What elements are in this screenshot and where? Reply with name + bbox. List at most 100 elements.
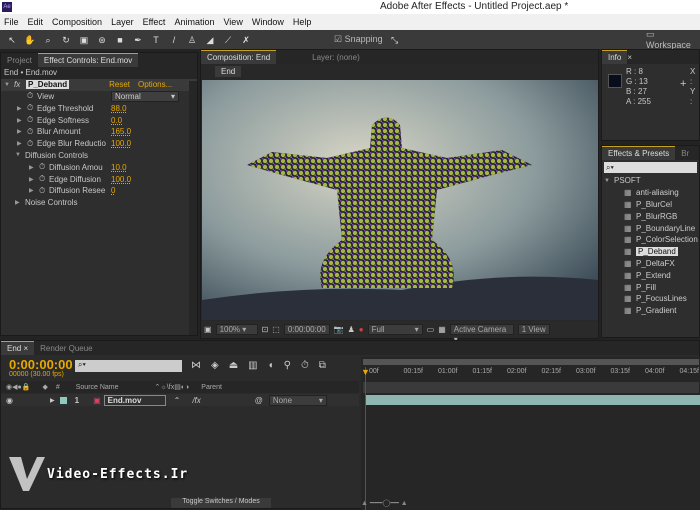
rotate-tool-icon[interactable]: ↻ — [60, 34, 72, 46]
playhead-line[interactable] — [365, 367, 366, 510]
puppet-pin-tool-icon[interactable]: ✗ — [240, 34, 252, 46]
layer-duration-bar[interactable] — [366, 395, 700, 405]
menu-composition[interactable]: Composition — [52, 17, 102, 27]
tab-composition[interactable]: Composition: End — [201, 50, 277, 64]
stopwatch-icon[interactable]: ⏱ — [27, 127, 37, 137]
expand-triangle-icon[interactable]: ▶ — [15, 199, 25, 206]
channels-icon[interactable]: ● — [359, 325, 364, 334]
roto-brush-tool-icon[interactable]: ⟋ — [222, 34, 234, 46]
expand-triangle-icon[interactable]: ▶ — [17, 140, 27, 147]
effect-preset-item[interactable]: ▦ P_Extend — [602, 269, 699, 281]
group-diffusion-controls[interactable]: ▼ Diffusion Controls — [1, 150, 197, 162]
effect-preset-item[interactable]: ▦ P_Fill — [602, 281, 699, 293]
eraser-tool-icon[interactable]: ◢ — [204, 34, 216, 46]
zoom-slider[interactable]: ▲ ━━━◯━━ ▲ — [361, 499, 441, 507]
view-dropdown[interactable]: Normal ▾ — [111, 90, 179, 102]
motion-blur-icon[interactable]: ◖ — [268, 360, 274, 371]
expand-triangle-icon[interactable]: ▶ — [17, 128, 27, 135]
toggle-switches-modes-button[interactable]: Toggle Switches / Modes — [171, 498, 271, 508]
menu-view[interactable]: View — [223, 17, 242, 27]
zoom-dropdown[interactable]: 100% ▾ — [215, 324, 258, 335]
param-value[interactable]: 100.0 — [111, 175, 131, 184]
collapse-triangle-icon[interactable]: ▼ — [15, 152, 25, 158]
hide-shy-layers-icon[interactable]: ⏏ — [229, 360, 238, 371]
camera-tool-icon[interactable]: ▣ — [78, 34, 90, 46]
hand-tool-icon[interactable]: ✋ — [24, 34, 36, 46]
collapse-triangle-icon[interactable]: ▼ — [604, 178, 614, 184]
category-psoft[interactable]: ▼ PSOFT — [602, 175, 699, 187]
shy-switch-icon[interactable]: ⌃ — [174, 396, 181, 405]
group-noise-controls[interactable]: ▶ Noise Controls — [1, 197, 197, 209]
param-value[interactable]: 10.0 — [111, 163, 127, 172]
video-eye-icon[interactable]: ◉ — [6, 396, 13, 405]
stopwatch-icon[interactable]: ⏱ — [39, 174, 49, 184]
resolution-dropdown[interactable]: Full ▾ — [367, 324, 423, 335]
col-parent[interactable]: Parent — [201, 384, 222, 391]
frame-blending-icon[interactable]: ▥ — [248, 360, 257, 371]
stopwatch-icon[interactable]: ⏱ — [39, 186, 49, 196]
tab-project[interactable]: Project — [1, 56, 38, 65]
transparency-grid-icon[interactable]: ⬚ — [272, 325, 280, 334]
fast-previews-icon[interactable]: ▭ — [427, 325, 435, 334]
tab-info[interactable]: Info — [602, 50, 628, 64]
graph-editor-icon[interactable]: ⧉ — [319, 360, 326, 371]
effect-preset-item[interactable]: ▦ P_Deband — [602, 246, 699, 258]
comp-mini-flowchart-icon[interactable]: ⋈ — [191, 360, 201, 371]
playhead-handle-icon[interactable]: ▼ — [361, 367, 370, 377]
composition-viewer[interactable] — [202, 80, 598, 320]
time-ruler[interactable]: 00f 00:15f 01:00f 01:15f 02:00f 02:15f 03:00f 0… — [361, 368, 700, 380]
effect-preset-item[interactable]: ▦ P_BoundaryLine — [602, 222, 699, 234]
col-source-name[interactable]: Source Name — [76, 384, 119, 391]
close-icon[interactable]: × — [627, 53, 632, 62]
show-snapshot-icon[interactable]: ♟ — [348, 325, 355, 334]
effect-preset-item[interactable]: ▦ P_Gradient — [602, 305, 699, 317]
selection-tool-icon[interactable]: ↖ — [6, 34, 18, 46]
work-area-bar[interactable] — [363, 359, 699, 365]
stopwatch-icon[interactable]: ⏱ — [27, 103, 37, 113]
menu-help[interactable]: Help — [293, 17, 312, 27]
timeline-search-input[interactable]: ⌕▾ — [75, 360, 182, 372]
effect-preset-item[interactable]: ▦ P_ColorSelection — [602, 234, 699, 246]
timeline-graph[interactable]: 00f 00:15f 01:00f 01:15f 02:00f 02:15f 03:00f 0… — [361, 357, 700, 510]
clone-stamp-tool-icon[interactable]: ♙ — [186, 34, 198, 46]
draft-3d-icon[interactable]: ◈ — [211, 360, 219, 371]
toggle-transparency-icon[interactable]: ▦ — [438, 325, 446, 334]
collapse-triangle-icon[interactable]: ▼ — [4, 82, 14, 88]
param-value[interactable]: 0.0 — [111, 116, 122, 125]
stopwatch-icon[interactable]: ⏱ — [27, 139, 37, 149]
tab-brushes[interactable]: Br — [675, 149, 695, 158]
menu-layer[interactable]: Layer — [111, 17, 134, 27]
param-value[interactable]: 100.0 — [111, 139, 131, 148]
options-link[interactable]: Options... — [138, 80, 172, 89]
comp-navigator-button[interactable]: End — [215, 66, 242, 77]
tab-effect-controls[interactable]: Effect Controls: End.mov — [37, 53, 139, 67]
label-color-swatch[interactable] — [59, 396, 67, 404]
param-value[interactable]: 165.0 — [111, 127, 131, 136]
tab-end-comp[interactable]: End × — [1, 341, 35, 355]
region-of-interest-icon[interactable]: ⊡ — [262, 325, 269, 334]
scrollbar[interactable] — [189, 81, 197, 335]
stopwatch-icon[interactable]: ⏱ — [27, 91, 37, 101]
fx-icon[interactable]: fx — [14, 80, 26, 89]
parent-dropdown[interactable]: None ▾ — [268, 394, 327, 406]
tab-layer[interactable]: Layer: (none) — [306, 53, 366, 62]
stopwatch-icon[interactable]: ⏱ — [39, 162, 49, 172]
brainstorm-icon[interactable]: ⚲ — [284, 360, 291, 371]
snapshot-icon[interactable]: 📷 — [334, 325, 344, 334]
expand-triangle-icon[interactable]: ▶ — [29, 176, 39, 183]
expand-triangle-icon[interactable]: ▶ — [17, 117, 27, 124]
reset-link[interactable]: Reset — [109, 80, 130, 89]
stopwatch-icon[interactable]: ⏱ — [27, 115, 37, 125]
brush-tool-icon[interactable]: / — [168, 34, 180, 46]
views-dropdown[interactable]: 1 View — [517, 324, 550, 335]
effect-preset-item[interactable]: ▦ P_BlurRGB — [602, 210, 699, 222]
auto-keyframe-icon[interactable]: ⏱ — [301, 360, 309, 371]
always-preview-icon[interactable]: ▣ — [204, 325, 212, 334]
snap-options-icon[interactable]: ⤡ — [389, 34, 401, 46]
pan-behind-tool-icon[interactable]: ⊛ — [96, 34, 108, 46]
menu-animation[interactable]: Animation — [174, 17, 214, 27]
expand-triangle-icon[interactable]: ▶ — [17, 105, 27, 112]
param-value[interactable]: 0 — [111, 186, 115, 195]
camera-dropdown[interactable]: Active Camera ▾ — [449, 324, 514, 344]
effect-preset-item[interactable]: ▦ P_BlurCel — [602, 199, 699, 211]
